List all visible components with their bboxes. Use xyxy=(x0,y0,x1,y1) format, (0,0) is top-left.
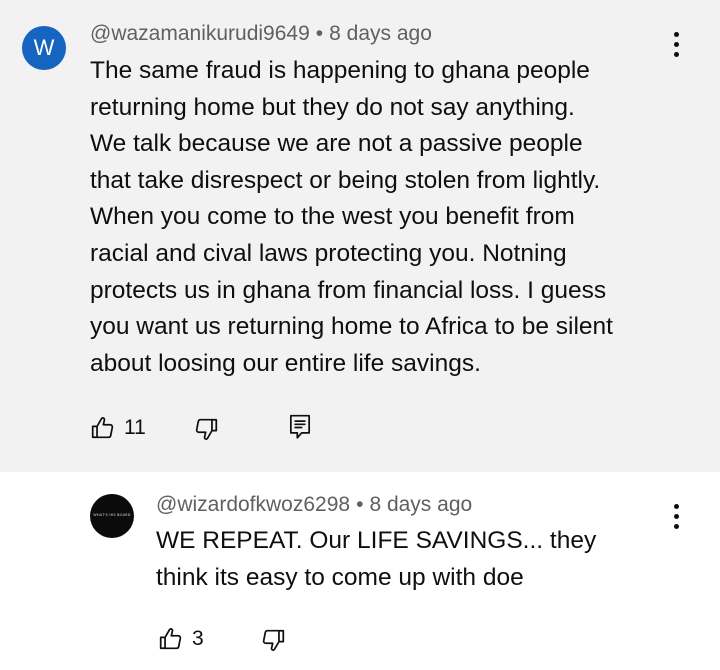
comment-time[interactable]: 8 days ago xyxy=(329,22,432,45)
reply-icon[interactable] xyxy=(287,413,313,441)
reply-time[interactable]: 8 days ago xyxy=(369,493,472,516)
comment-text-line: protects us in ghana from financial loss… xyxy=(90,276,607,304)
reply-meta: @wizardofkwoz6298 • 8 days ago xyxy=(156,493,472,517)
avatar[interactable]: W xyxy=(22,26,66,70)
meta-separator: • xyxy=(356,493,364,516)
reply-text: WE REPEAT. Our LIFE SAVINGS... they thin… xyxy=(156,523,596,596)
like-count: 3 xyxy=(192,627,204,650)
comment-text-line: racial and cival laws protecting you. No… xyxy=(90,239,567,267)
reply-text-line: think its easy to come up with doe xyxy=(156,563,524,591)
thumbs-up-icon[interactable] xyxy=(158,626,184,652)
author-name[interactable]: @wizardofkwoz6298 xyxy=(156,493,350,516)
thumbs-down-icon[interactable] xyxy=(193,416,219,442)
thumbs-down-icon[interactable] xyxy=(260,627,286,653)
comment-text-line: that take disrespect or being stolen fro… xyxy=(90,166,601,194)
author-name[interactable]: @wazamanikurudi9649 xyxy=(90,22,310,45)
more-vert-icon[interactable] xyxy=(666,502,686,532)
comment-text-line: returning home but they do not say anyth… xyxy=(90,93,575,121)
more-vert-icon[interactable] xyxy=(666,30,686,60)
comment-text-line: about loosing our entire life savings. xyxy=(90,349,481,377)
comment-text-line: When you come to the west you benefit fr… xyxy=(90,203,575,231)
avatar[interactable]: WHAT'S HIS BOARD xyxy=(90,494,134,538)
comment-text-line: you want us returning home to Africa to … xyxy=(90,313,613,341)
comment-text-line: The same fraud is happening to ghana peo… xyxy=(90,57,590,84)
comment: W @wazamanikurudi9649 • 8 days ago The sam… xyxy=(0,0,720,472)
avatar-text: WHAT'S HIS BOARD xyxy=(93,513,131,517)
reply-text-line: WE REPEAT. Our LIFE SAVINGS... they xyxy=(156,527,597,554)
like-count: 11 xyxy=(124,416,146,439)
meta-separator: • xyxy=(315,22,324,45)
comment-meta: @wazamanikurudi9649 • 8 days ago xyxy=(90,22,432,46)
comment-text-line: We talk because we are not a passive peo… xyxy=(90,130,583,158)
reply-comment: WHAT'S HIS BOARD @wizardofkwoz6298 • 8 day… xyxy=(0,472,720,670)
thumbs-up-icon[interactable] xyxy=(90,415,116,441)
comment-text: The same fraud is happening to ghana peo… xyxy=(90,53,613,382)
